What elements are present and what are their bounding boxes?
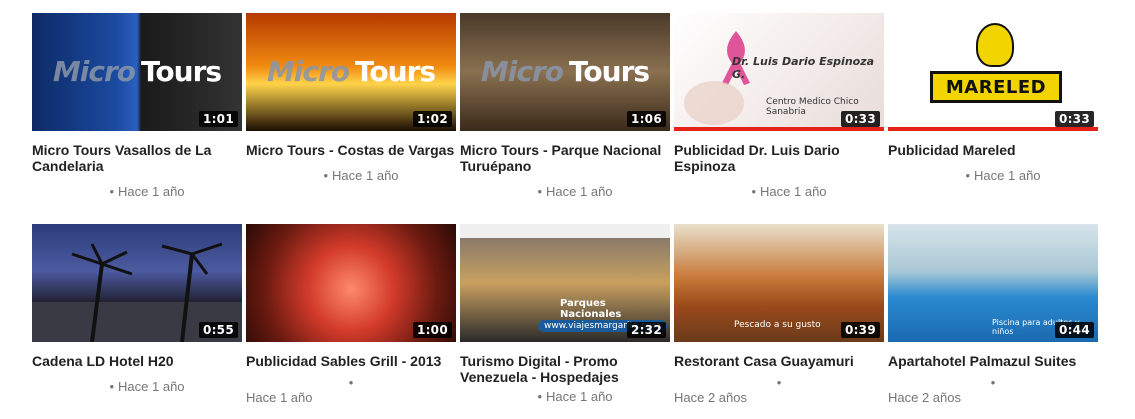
video-card[interactable]: Parques Nacionales www.viajesmargarita.c…: [460, 224, 670, 419]
video-thumbnail[interactable]: Micro Tours 1:06: [460, 13, 670, 131]
separator-dot: •: [990, 375, 996, 390]
logo-text-micro: Micro: [266, 55, 350, 88]
separator-dot: •: [537, 389, 543, 404]
video-card[interactable]: Piscina para adultos y niños 0:44 Aparta…: [888, 224, 1098, 419]
video-title[interactable]: Micro Tours - Costas de Vargas: [246, 142, 456, 158]
video-title[interactable]: Restorant Casa Guayamuri: [674, 353, 884, 369]
separator-dot: •: [776, 375, 782, 390]
video-card[interactable]: Dr. Luis Dario Espinoza G. Centro Medico…: [674, 13, 884, 224]
separator-dot: •: [323, 168, 329, 183]
separator-dot: •: [965, 168, 971, 183]
video-thumbnail[interactable]: Micro Tours 1:01: [32, 13, 242, 131]
watched-progress-bar: [888, 127, 1098, 131]
video-meta: • Hace 1 año: [888, 167, 1098, 185]
upload-age: Hace 2 años: [888, 390, 961, 405]
video-title[interactable]: Publicidad Sables Grill - 2013: [246, 353, 456, 369]
video-thumbnail[interactable]: Pescado a su gusto 0:39: [674, 224, 884, 342]
logo-text-tours: Tours: [355, 55, 436, 88]
logo-text-micro: Micro: [480, 55, 564, 88]
video-duration: 1:01: [198, 111, 238, 127]
video-title[interactable]: Publicidad Dr. Luis Dario Espinoza: [674, 142, 884, 174]
video-row: Micro Tours 1:01 Micro Tours Vasallos de …: [32, 13, 1112, 224]
mareled-logo: MARELED: [930, 71, 1062, 103]
separator-dot: •: [109, 184, 115, 199]
video-meta: • Hace 1 año: [32, 378, 242, 396]
logo-text-micro: Micro: [52, 55, 136, 88]
video-card[interactable]: Micro Tours 1:01 Micro Tours Vasallos de …: [32, 13, 242, 224]
video-meta: • Hace 1 año: [674, 183, 884, 201]
upload-age: Hace 1 año: [118, 184, 185, 199]
video-duration: 2:32: [626, 322, 666, 338]
video-title[interactable]: Apartahotel Palmazul Suites: [888, 353, 1098, 369]
separator-dot: •: [109, 379, 115, 394]
video-card[interactable]: 1:00 Publicidad Sables Grill - 2013 • Ha…: [246, 224, 456, 419]
video-meta: • Hace 1 año: [460, 388, 670, 406]
video-title[interactable]: Publicidad Mareled: [888, 142, 1098, 158]
video-duration: 1:06: [626, 111, 666, 127]
video-card[interactable]: Micro Tours 1:02 Micro Tours - Costas de …: [246, 13, 456, 224]
separator-dot: •: [751, 184, 757, 199]
upload-age: Hace 1 año: [760, 184, 827, 199]
lightbulb-icon: [976, 23, 1014, 67]
video-title[interactable]: Cadena LD Hotel H20: [32, 353, 242, 369]
separator-dot: •: [537, 184, 543, 199]
video-duration: 0:55: [198, 322, 238, 338]
video-meta: • Hace 1 año: [246, 167, 456, 185]
beach-caption: Parques Nacionales: [560, 298, 622, 320]
separator-dot: •: [348, 375, 354, 390]
video-thumbnail[interactable]: Dr. Luis Dario Espinoza G. Centro Medico…: [674, 13, 884, 131]
video-title[interactable]: Turismo Digital - Promo Venezuela - Hosp…: [460, 353, 670, 385]
upload-age: Hace 1 año: [246, 390, 313, 405]
video-thumbnail[interactable]: 0:55: [32, 224, 242, 342]
video-title[interactable]: Micro Tours Vasallos de La Candelaria: [32, 142, 242, 174]
upload-age: Hace 2 años: [674, 390, 747, 405]
video-card[interactable]: Micro Tours 1:06 Micro Tours - Parque Nac…: [460, 13, 670, 224]
watched-progress-bar: [674, 127, 884, 131]
video-meta: • Hace 1 año: [32, 183, 242, 201]
logo-text-tours: Tours: [141, 55, 222, 88]
medic-name-text: Dr. Luis Dario Espinoza G.: [732, 55, 875, 81]
video-thumbnail[interactable]: Parques Nacionales www.viajesmargarita.c…: [460, 224, 670, 342]
video-meta: • Hace 1 año: [460, 183, 670, 201]
video-duration: 1:00: [412, 322, 452, 338]
video-thumbnail[interactable]: MARELED 0:33: [888, 13, 1098, 131]
food-caption: Pescado a su gusto: [734, 320, 821, 330]
video-row: 0:55 Cadena LD Hotel H20 • Hace 1 año 1:0…: [32, 224, 1112, 419]
video-duration: 0:33: [840, 111, 880, 127]
video-thumbnail[interactable]: 1:00: [246, 224, 456, 342]
upload-age: Hace 1 año: [546, 184, 613, 199]
logo-text-tours: Tours: [569, 55, 650, 88]
video-card[interactable]: 0:55 Cadena LD Hotel H20 • Hace 1 año: [32, 224, 242, 419]
video-card[interactable]: MARELED 0:33 Publicidad Mareled • Hace 1 …: [888, 13, 1098, 224]
video-thumbnail[interactable]: Piscina para adultos y niños 0:44: [888, 224, 1098, 342]
video-thumbnail[interactable]: Micro Tours 1:02: [246, 13, 456, 131]
video-duration: 1:02: [412, 111, 452, 127]
video-grid: Micro Tours 1:01 Micro Tours Vasallos de …: [32, 13, 1112, 419]
video-card[interactable]: Pescado a su gusto 0:39 Restorant Casa G…: [674, 224, 884, 419]
upload-age: Hace 1 año: [974, 168, 1041, 183]
upload-age: Hace 1 año: [332, 168, 399, 183]
video-title[interactable]: Micro Tours - Parque Nacional Turuépano: [460, 142, 670, 174]
video-duration: 0:33: [1054, 111, 1094, 127]
upload-age: Hace 1 año: [118, 379, 185, 394]
video-duration: 0:39: [840, 322, 880, 338]
video-duration: 0:44: [1054, 322, 1094, 338]
upload-age: Hace 1 año: [546, 389, 613, 404]
